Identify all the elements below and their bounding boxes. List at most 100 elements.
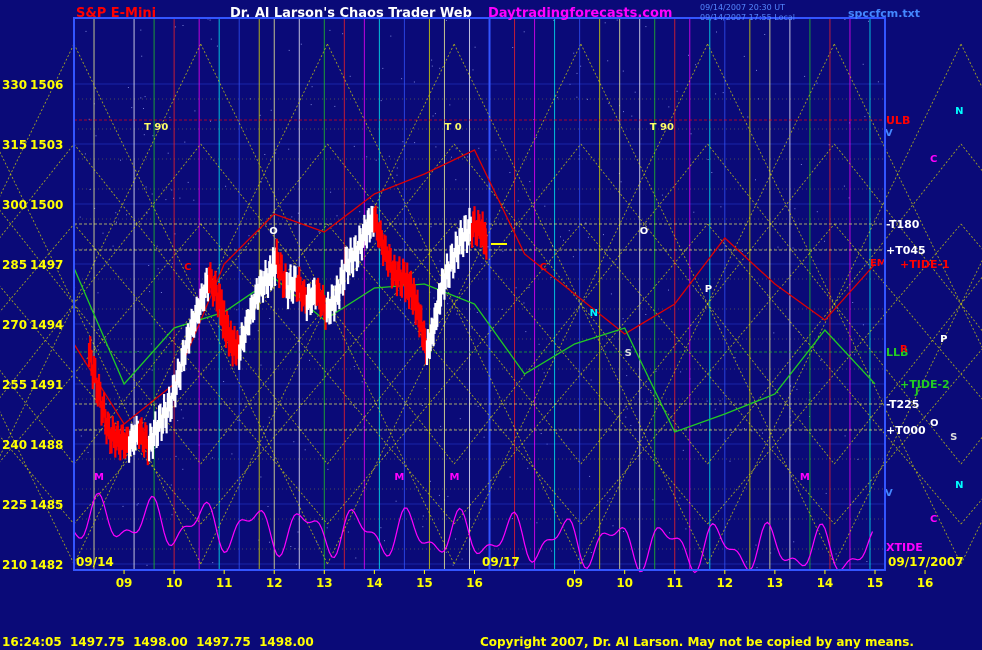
star-dot (422, 515, 424, 517)
star-dot (495, 149, 497, 151)
star-dot (270, 109, 272, 111)
star-dot (267, 506, 269, 507)
star-dot (421, 404, 423, 406)
star-dot (290, 546, 292, 547)
star-dot (384, 540, 385, 542)
star-dot (127, 87, 129, 88)
y-tick-label-left: 285 (2, 258, 27, 272)
chart-annotation: R (900, 344, 908, 355)
star-dot (549, 261, 551, 263)
star-dot (445, 551, 447, 553)
chart-annotation: O (640, 226, 649, 237)
y-tick-label-right: 1488 (30, 438, 63, 452)
star-dot (756, 567, 758, 569)
star-dot (375, 159, 377, 161)
chart-annotation: C (930, 514, 937, 525)
star-dot (182, 25, 184, 26)
star-dot (300, 43, 302, 45)
star-dot (390, 35, 392, 37)
star-dot (563, 239, 564, 241)
y-tick-label-left: 300 (2, 198, 27, 212)
y-tick-label-right: 1503 (30, 138, 63, 152)
x-tick-label: 13 (767, 576, 784, 590)
star-dot (502, 250, 504, 252)
star-dot (366, 156, 368, 158)
star-dot (334, 105, 336, 107)
star-dot (210, 120, 211, 122)
star-dot (116, 221, 117, 223)
chart-annotation: T 0 (444, 122, 461, 133)
star-dot (126, 214, 127, 216)
star-dot (549, 382, 551, 384)
star-dot (796, 388, 798, 390)
star-dot (626, 375, 628, 377)
star-dot (538, 343, 540, 345)
star-dot (452, 564, 454, 566)
star-dot (877, 81, 879, 83)
copyright-line: Copyright 2007, Dr. Al Larson. May not b… (480, 635, 914, 649)
star-dot (102, 232, 104, 234)
star-dot (216, 45, 218, 47)
star-dot (151, 193, 153, 195)
star-dot (326, 527, 328, 529)
series-label: ULB (886, 114, 910, 127)
star-dot (509, 172, 511, 173)
star-dot (722, 92, 724, 94)
star-dot (695, 290, 697, 292)
star-dot (512, 47, 514, 48)
star-dot (594, 409, 596, 411)
star-dot (844, 19, 846, 20)
star-dot (451, 156, 452, 158)
star-dot (342, 33, 344, 35)
star-dot (433, 297, 435, 299)
site-name: Daytradingforecasts.com (488, 6, 672, 21)
star-dot (447, 495, 449, 497)
star-dot (714, 408, 716, 410)
star-dot (262, 426, 264, 428)
star-dot (269, 541, 270, 543)
chart-title: Dr. Al Larson's Chaos Trader Web (230, 6, 472, 21)
star-dot (756, 69, 757, 71)
star-dot (297, 212, 299, 214)
star-dot (257, 330, 259, 332)
star-dot (540, 433, 542, 434)
star-dot (695, 64, 697, 66)
star-dot (137, 350, 139, 352)
star-dot (431, 65, 433, 67)
star-dot (431, 59, 433, 61)
x-tick-label: 16 (917, 576, 934, 590)
star-dot (150, 343, 152, 345)
star-dot (536, 522, 538, 524)
x-tick-label: 14 (366, 576, 383, 590)
star-dot (862, 63, 864, 65)
chart-annotation: C (540, 262, 547, 273)
x-tick-label: 13 (316, 576, 333, 590)
chart-annotation: O (269, 226, 278, 237)
star-dot (755, 179, 756, 181)
star-dot (174, 233, 176, 235)
star-dot (355, 557, 357, 559)
star-dot (645, 26, 647, 28)
star-dot (604, 22, 606, 24)
file-name: spccfcm.txt (848, 7, 920, 20)
series-label: +T045 (886, 244, 926, 257)
star-dot (359, 211, 361, 213)
star-dot (711, 172, 713, 173)
star-dot (612, 525, 614, 527)
star-dot (401, 78, 403, 80)
star-dot (112, 245, 114, 247)
star-dot (535, 136, 537, 138)
star-dot (455, 538, 456, 540)
star-dot (318, 231, 320, 233)
star-dot (455, 148, 457, 150)
y-tick-label-right: 1500 (30, 198, 63, 212)
x-tick-label: 12 (266, 576, 283, 590)
star-dot (140, 29, 142, 31)
chart-annotation: O (930, 418, 939, 429)
star-dot (85, 30, 87, 32)
chart-annotation: N (590, 308, 598, 319)
star-dot (260, 476, 262, 478)
star-dot (551, 550, 553, 552)
y-tick-label-left: 270 (2, 318, 27, 332)
star-dot (288, 49, 290, 51)
